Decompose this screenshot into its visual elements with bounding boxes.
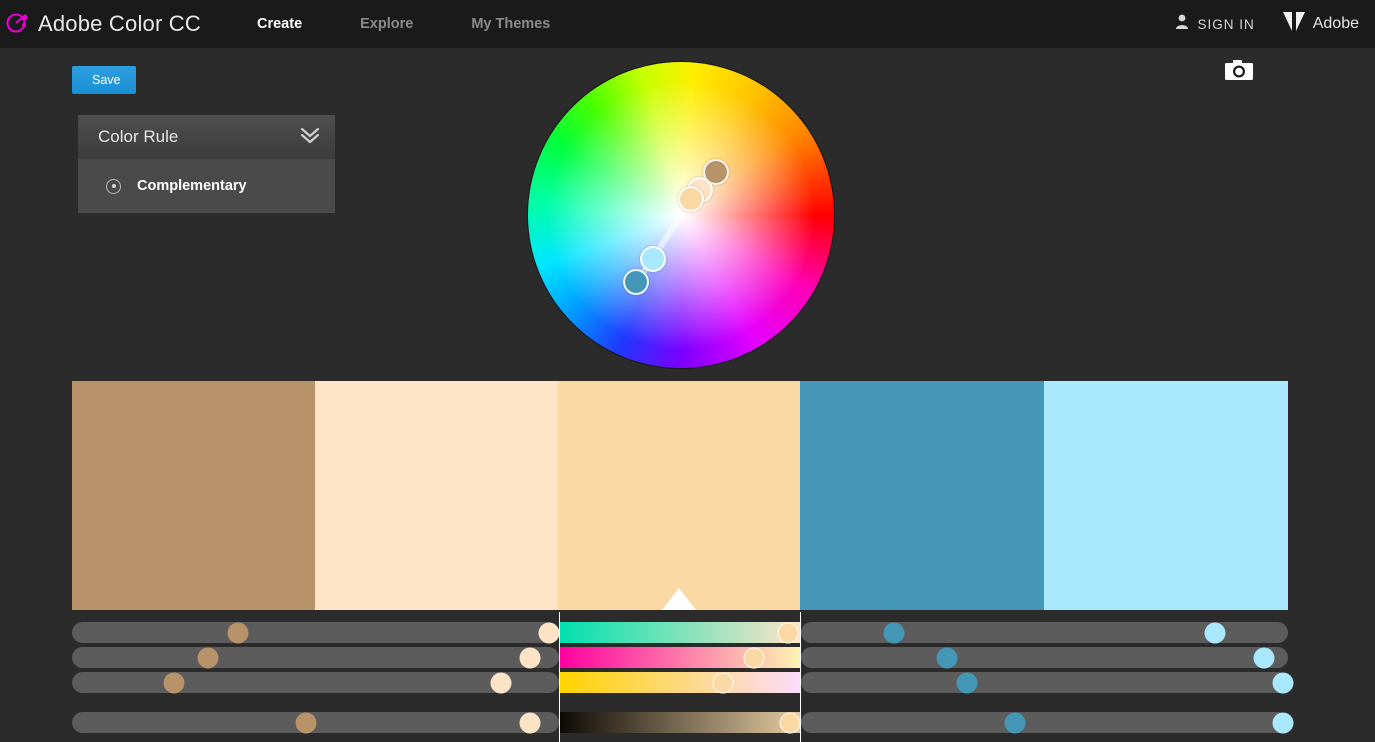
slider-track[interactable] — [560, 712, 800, 733]
adobe-link[interactable]: Adobe — [1282, 12, 1359, 36]
color-rule-panel: Color Rule Complementary — [74, 111, 339, 217]
color-rule-title: Color Rule — [98, 127, 179, 146]
slider-2-c-handle[interactable] — [936, 647, 958, 668]
color-wheel-marker-5[interactable] — [623, 269, 649, 295]
slider-4-b-handle[interactable] — [519, 712, 541, 733]
save-button[interactable]: Save — [72, 66, 136, 94]
slider-row-1 — [0, 620, 1375, 645]
slider-3-a-handle[interactable] — [163, 672, 185, 693]
sign-in-button[interactable]: SIGN IN — [1175, 14, 1254, 34]
base-color-marker-triangle — [662, 588, 696, 610]
slider-row-4 — [0, 710, 1375, 735]
swatch-5[interactable] — [1044, 381, 1288, 610]
swatch-1[interactable] — [72, 381, 315, 610]
slider-row-2-right[interactable] — [801, 647, 1288, 668]
slider-2-center-handle[interactable] — [743, 647, 765, 668]
slider-row-3-center[interactable] — [560, 672, 800, 693]
adobe-a-logo-icon — [1282, 12, 1305, 36]
slider-row-1-left[interactable] — [72, 622, 560, 643]
color-wheel-marker-4[interactable] — [640, 246, 666, 272]
brand-title: Adobe Color CC — [38, 11, 201, 36]
slider-row-3-left[interactable] — [72, 672, 559, 693]
slider-row-4-center[interactable] — [560, 712, 801, 733]
color-slider-grid — [0, 612, 1375, 742]
slider-row-3-right[interactable] — [801, 672, 1294, 693]
person-icon — [1175, 14, 1189, 34]
slider-row-3 — [0, 670, 1375, 695]
center-column-divider-1 — [559, 612, 560, 742]
slider-track[interactable] — [560, 672, 800, 693]
swatch-3[interactable] — [558, 381, 800, 610]
brand-logo-group[interactable]: Adobe Color CC — [4, 11, 201, 37]
slider-3-d-handle[interactable] — [1272, 672, 1294, 693]
slider-1-b-handle[interactable] — [538, 622, 560, 643]
adobe-label: Adobe — [1312, 15, 1359, 32]
slider-track[interactable] — [801, 647, 1288, 668]
slider-3-b-handle[interactable] — [490, 672, 512, 693]
slider-row-4-right[interactable] — [801, 712, 1294, 733]
center-column-divider-2 — [800, 612, 801, 742]
color-rule-option-complementary[interactable]: Complementary — [78, 159, 335, 213]
slider-track[interactable] — [72, 672, 559, 693]
swatch-2[interactable] — [315, 381, 558, 610]
color-wheel[interactable] — [528, 62, 834, 368]
chevron-double-down-icon — [299, 126, 321, 149]
slider-3-c-handle[interactable] — [956, 672, 978, 693]
slider-4-a-handle[interactable] — [295, 712, 317, 733]
adobe-color-logo-icon — [4, 11, 30, 37]
radio-selected-icon — [106, 178, 121, 194]
slider-2-b-handle[interactable] — [519, 647, 541, 668]
slider-4-center-handle[interactable] — [779, 712, 801, 733]
slider-row-2-left[interactable] — [72, 647, 559, 668]
slider-4-d-handle[interactable] — [1272, 712, 1294, 733]
nav-item-explore[interactable]: Explore — [346, 16, 427, 32]
slider-track[interactable] — [72, 622, 559, 643]
color-rule-dropdown-toggle[interactable]: Color Rule — [78, 115, 335, 159]
swatch-4[interactable] — [800, 381, 1044, 610]
slider-1-a-handle[interactable] — [227, 622, 249, 643]
slider-4-c-handle[interactable] — [1004, 712, 1026, 733]
slider-track[interactable] — [801, 712, 1288, 733]
color-wheel-marker-3[interactable] — [678, 186, 704, 212]
slider-row-4-left[interactable] — [72, 712, 559, 733]
slider-track[interactable] — [801, 672, 1288, 693]
slider-row-2 — [0, 645, 1375, 670]
app-header: Adobe Color CC Create Explore My Themes … — [0, 0, 1375, 48]
slider-track[interactable] — [560, 622, 800, 643]
camera-icon[interactable] — [1225, 60, 1253, 82]
nav-item-create[interactable]: Create — [243, 16, 316, 32]
slider-3-center-handle[interactable] — [712, 672, 734, 693]
slider-2-d-handle[interactable] — [1253, 647, 1275, 668]
color-wheel-area — [528, 62, 834, 374]
slider-row-1-center[interactable] — [560, 622, 800, 643]
color-swatch-strip — [72, 381, 1288, 610]
slider-row-1-right[interactable] — [801, 622, 1288, 643]
slider-2-a-handle[interactable] — [197, 647, 219, 668]
slider-track[interactable] — [72, 647, 559, 668]
color-rule-option-label: Complementary — [137, 178, 247, 194]
slider-row-2-center[interactable] — [560, 647, 800, 668]
slider-1-center-handle[interactable] — [777, 622, 799, 643]
nav-item-my-themes[interactable]: My Themes — [457, 16, 564, 32]
sign-in-label: SIGN IN — [1197, 16, 1255, 32]
header-right-group: SIGN IN Adobe — [1175, 12, 1359, 36]
slider-1-c-handle[interactable] — [883, 622, 905, 643]
slider-1-d-handle[interactable] — [1204, 622, 1226, 643]
main-nav: Create Explore My Themes — [243, 16, 594, 32]
